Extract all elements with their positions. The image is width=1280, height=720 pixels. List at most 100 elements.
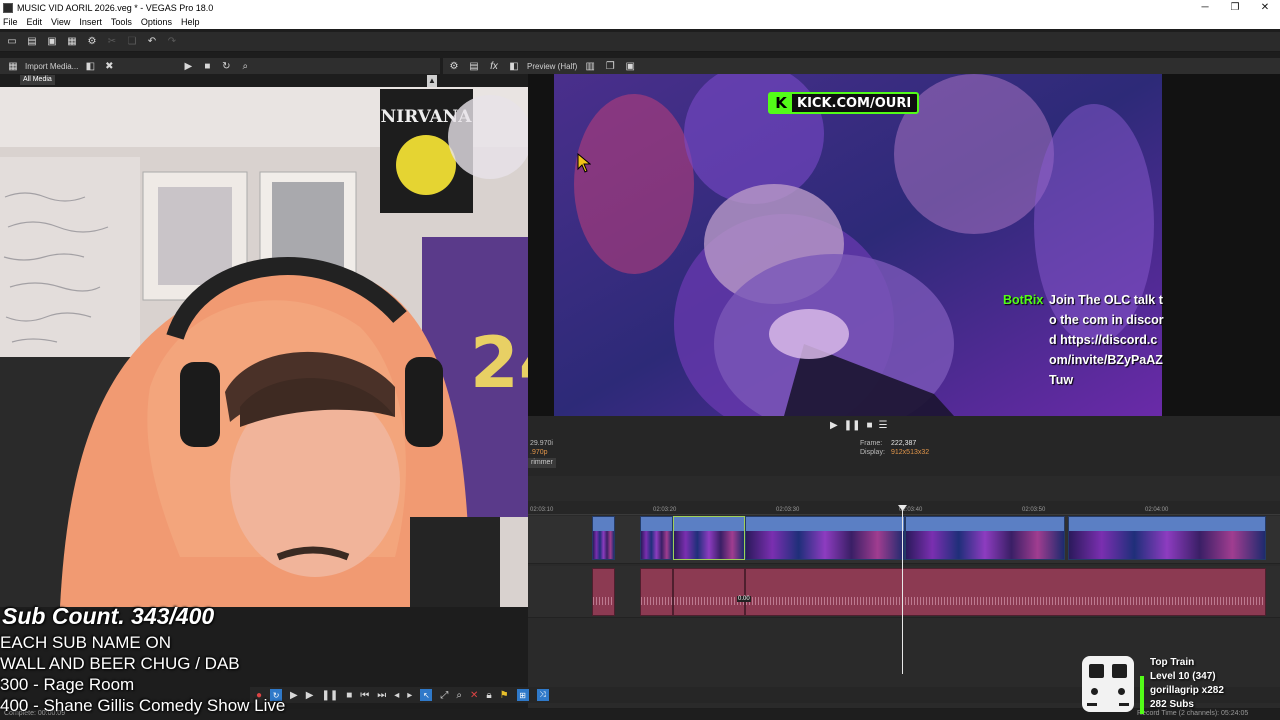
open-folder-icon[interactable]: ▤ (25, 35, 39, 49)
pause-icon[interactable]: ❚❚ (844, 420, 861, 431)
sub-count-text: Sub Count. 343/400 (2, 603, 215, 629)
preview-settings-icon[interactable]: ⚙ (447, 59, 461, 73)
play-icon[interactable]: ▶ (306, 690, 314, 701)
goal-line-2: WALL AND BEER CHUG / DAB (0, 654, 240, 673)
top-train-widget: Top Train Level 10 (347) gorillagrip x28… (1082, 656, 1280, 716)
cut-icon[interactable]: ✂ (105, 35, 119, 49)
audio-clip-selected[interactable] (673, 568, 745, 616)
delete-icon[interactable]: ✕ (470, 690, 478, 701)
webcam-image: NIRVANA 24 (0, 87, 528, 607)
redo-icon[interactable]: ↷ (165, 35, 179, 49)
remove-media-icon[interactable]: ✖ (102, 59, 116, 73)
menu-edit[interactable]: Edit (27, 17, 43, 27)
save-snapshot-icon[interactable]: ▣ (623, 59, 637, 73)
ruler-tick: 02:03:30 (776, 507, 800, 513)
auto-ripple-icon[interactable]: ⤨ (536, 689, 549, 701)
maximize-button[interactable]: ❐ (1220, 0, 1250, 15)
audio-clip[interactable] (592, 568, 615, 616)
fx-icon[interactable]: fx (487, 59, 501, 73)
overlays-icon[interactable]: ▥ (583, 59, 597, 73)
menu-view[interactable]: View (51, 17, 70, 27)
kick-channel-badge: K KICK.COM/OURI (768, 92, 920, 114)
video-clip-selected[interactable] (673, 516, 745, 560)
top-train-subs: 282 Subs (1150, 699, 1194, 710)
pause-icon[interactable]: ❚❚ (321, 690, 338, 701)
next-frame-icon[interactable]: ▸ (407, 690, 412, 701)
kick-logo-icon: K (770, 94, 792, 112)
snap-icon[interactable]: ⊞ (516, 689, 529, 701)
goal-line-1: EACH SUB NAME ON (0, 633, 171, 652)
menu-options[interactable]: Options (141, 17, 172, 27)
preview-properties-icon[interactable]: ▤ (467, 59, 481, 73)
loop-icon[interactable]: ↻ (219, 59, 233, 73)
preview-framerate: .970p (530, 449, 548, 456)
go-start-icon[interactable]: ⏮ (360, 690, 369, 701)
video-clip[interactable] (745, 516, 905, 560)
zoom-tool-icon[interactable]: ⌕ (456, 690, 462, 701)
prev-frame-icon[interactable]: ◂ (394, 690, 399, 701)
scroll-up-arrow[interactable]: ▲ (427, 75, 437, 87)
menu-help[interactable]: Help (181, 17, 200, 27)
split-screen-icon[interactable]: ◧ (507, 59, 521, 73)
ruler-tick: 02:04:00 (1145, 507, 1169, 513)
play-preview-icon[interactable]: ▶ (181, 59, 195, 73)
menu-file[interactable]: File (3, 17, 18, 27)
ruler-tick: 02:03:50 (1022, 507, 1046, 513)
play-icon[interactable]: ▶ (830, 420, 838, 431)
normal-edit-tool-icon[interactable]: ↖ (420, 689, 433, 701)
clip-fade-label: 0.00 (737, 596, 751, 602)
copy-snapshot-icon[interactable]: ❐ (603, 59, 617, 73)
menu-insert[interactable]: Insert (79, 17, 102, 27)
goal-line-4: 400 - Shane Gillis Comedy Show Live (0, 696, 286, 715)
marker-icon[interactable]: ⚑ (500, 690, 509, 701)
new-project-icon[interactable]: ▭ (5, 35, 19, 49)
stop-icon[interactable]: ■ (346, 690, 352, 701)
video-clip[interactable] (640, 516, 673, 560)
window-title: MUSIC VID AORIL 2026.veg * - VEGAS Pro 1… (17, 2, 214, 13)
play-from-start-icon[interactable]: ▶ (290, 690, 298, 701)
ruler-tick: 02:03:10 (530, 507, 554, 513)
gear-icon[interactable]: ⚙ (85, 35, 99, 49)
top-train-title: Top Train (1150, 657, 1195, 668)
goal-line-3: 300 - Rage Room (0, 675, 135, 694)
stop-icon[interactable]: ■ (866, 420, 872, 431)
trimmer-tab[interactable]: rimmer (528, 458, 556, 468)
close-button[interactable]: ✕ (1250, 0, 1280, 15)
audio-clip[interactable] (640, 568, 673, 616)
top-train-user: gorillagrip x282 (1150, 685, 1224, 696)
chat-username: BotRix (1003, 293, 1044, 307)
zoom-icon[interactable]: ⌕ (238, 59, 252, 73)
top-train-level: Level 10 (347) (1150, 671, 1216, 682)
train-progress-bar (1140, 676, 1144, 714)
project-framerate: 29.970i (530, 440, 553, 447)
import-media-button[interactable]: Import Media... (25, 62, 78, 71)
preview-quality-dropdown[interactable]: Preview (Half) (527, 62, 577, 71)
menu-tools[interactable]: Tools (111, 17, 132, 27)
save-icon[interactable]: ▣ (45, 35, 59, 49)
go-end-icon[interactable]: ⏭ (377, 690, 386, 701)
audio-clip[interactable] (745, 568, 1266, 616)
preview-menu-icon[interactable]: ☰ (879, 420, 888, 431)
webcam-overlay: NIRVANA 24 (0, 87, 528, 607)
frame-label: Frame: (860, 440, 883, 447)
svg-text:24: 24 (470, 322, 528, 404)
media-view-icon[interactable]: ▦ (6, 59, 20, 73)
stop-preview-icon[interactable]: ■ (200, 59, 214, 73)
copy-icon[interactable]: ❏ (125, 35, 139, 49)
media-toolbar: ▦ Import Media... ◧ ✖ ▶ ■ ↻ ⌕ (0, 58, 440, 74)
video-clip[interactable] (592, 516, 615, 560)
save-as-icon[interactable]: ▦ (65, 35, 79, 49)
menu-bar: File Edit View Insert Tools Options Help (0, 15, 1280, 29)
capture-icon[interactable]: ◧ (83, 59, 97, 73)
lock-icon[interactable]: 🔒︎ (486, 690, 491, 701)
envelope-tool-icon[interactable]: ⤢ (440, 690, 448, 701)
minimize-button[interactable]: ─ (1190, 0, 1220, 15)
frame-value: 222,387 (891, 440, 917, 447)
video-clip[interactable] (905, 516, 1065, 560)
media-tree-all-media[interactable]: All Media (20, 75, 55, 85)
mouse-cursor-icon (577, 153, 591, 173)
video-clip[interactable] (1068, 516, 1266, 560)
playhead-cursor[interactable] (902, 508, 903, 674)
undo-icon[interactable]: ↶ (145, 35, 159, 49)
kick-channel-text: KICK.COM/OURI (797, 95, 912, 111)
